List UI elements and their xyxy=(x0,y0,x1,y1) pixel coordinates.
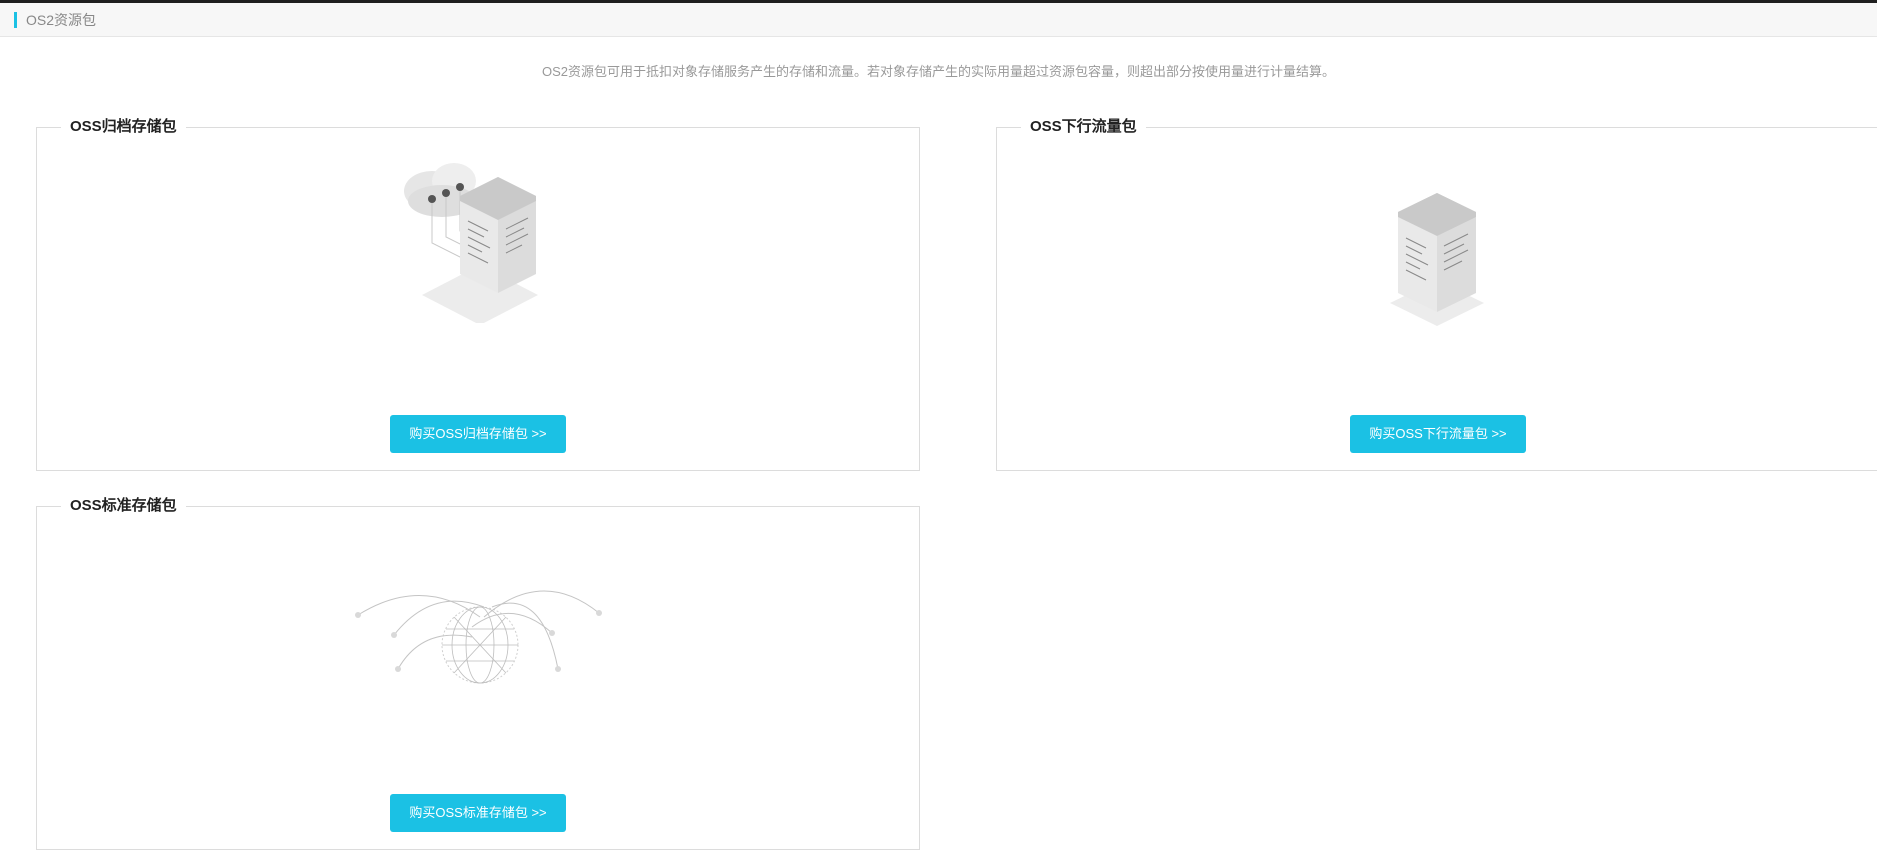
header-accent-bar xyxy=(14,12,17,28)
buy-archive-storage-button[interactable]: 购买OSS归档存储包 >> xyxy=(390,415,566,453)
card-archive-storage: OSS归档存储包 购买OSS归档存储包 >> xyxy=(36,117,920,471)
buy-outbound-traffic-button[interactable]: 购买OSS下行流量包 >> xyxy=(1350,415,1526,453)
cloud-server-icon xyxy=(404,163,538,323)
card-title: OSS下行流量包 xyxy=(1021,117,1146,137)
page-title: OS2资源包 xyxy=(26,12,97,28)
page-header: OS2资源包 xyxy=(0,3,1877,37)
card-outbound-traffic: OSS下行流量包 购买OSS下行流量包 >> xyxy=(996,117,1877,471)
server-icon xyxy=(1390,193,1484,326)
page-description: OS2资源包可用于抵扣对象存储服务产生的存储和流量。若对象存储产生的实际用量超过… xyxy=(541,64,1335,79)
card-standard-storage: OSS标准存储包 购买OSS标准存储包 >> xyxy=(36,496,920,850)
card-title: OSS归档存储包 xyxy=(61,117,186,137)
card-title: OSS标准存储包 xyxy=(61,496,186,516)
globe-network-icon xyxy=(355,590,602,684)
buy-standard-storage-button[interactable]: 购买OSS标准存储包 >> xyxy=(390,794,566,832)
